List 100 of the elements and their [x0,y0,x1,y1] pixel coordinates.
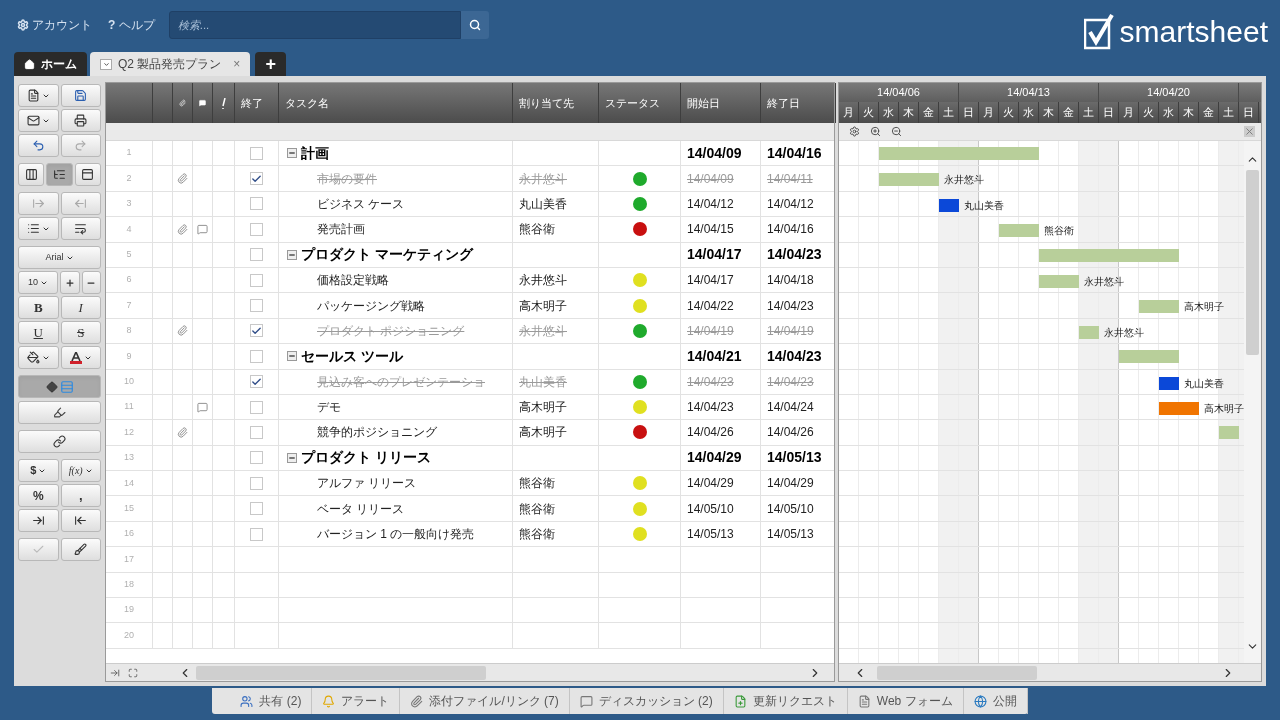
sheet-tab[interactable]: Q2 製品発売プラン × [90,52,251,76]
table-cell [213,547,235,573]
task-name: 競争的ポジショニング [279,420,513,446]
tab-icon [973,694,987,708]
paperclip-icon[interactable] [177,173,188,185]
done-checkbox[interactable] [250,248,263,262]
italic-button[interactable]: I [60,296,101,319]
gantt-view-button[interactable] [46,163,73,186]
assignee: 熊谷衛 [513,496,599,522]
task-bar[interactable] [1159,376,1179,390]
collapse-toggle[interactable] [287,452,297,463]
collapse-toggle[interactable] [287,351,297,362]
align-icon [26,222,40,235]
panel-tab[interactable]: Web フォーム [847,688,964,714]
tab-label[interactable]: Q2 製品発売プラン [118,55,222,73]
day-label: 金 [919,102,939,123]
done-checkbox[interactable] [250,273,263,287]
assignee: 丸山美香 [513,191,599,218]
done-checkbox[interactable] [250,324,263,338]
done-checkbox[interactable] [250,400,263,414]
save-button[interactable] [60,84,101,107]
decimal-decrease-button[interactable] [60,509,101,532]
decrease-size-button[interactable] [81,271,101,294]
zoom-in-icon[interactable] [870,126,881,137]
panel-tab[interactable]: アラート [312,688,401,714]
panel-tab[interactable]: 更新リクエスト [723,688,848,714]
done-checkbox[interactable] [250,222,263,236]
highlight-changes-button[interactable] [18,375,101,398]
collapse-toggle[interactable] [287,148,297,159]
help-label[interactable]: ヘルプ [119,16,156,34]
panel-tab[interactable]: ディスカッション (2) [569,688,724,714]
end-date: 14/04/23 [761,369,834,395]
done-checkbox[interactable] [250,146,263,160]
done-checkbox[interactable] [250,197,263,211]
wrap-button[interactable] [60,217,101,240]
done-checkbox[interactable] [250,476,263,490]
redo-icon [74,139,88,152]
panel-tab[interactable]: 公開 [963,688,1028,714]
search-button[interactable] [461,11,490,39]
panel-tab[interactable]: 共有 (2) [230,688,313,714]
mail-button[interactable] [18,109,59,132]
account-link[interactable]: アカウント [17,11,92,39]
text-color-icon [69,351,82,364]
paperclip-icon[interactable] [177,223,188,235]
comma-button[interactable]: , [60,484,101,507]
underline-button[interactable]: U [18,321,59,344]
strikethrough-button[interactable]: S [60,321,101,344]
scrollbar-thumb[interactable] [196,665,486,680]
align-button[interactable] [18,217,59,240]
row-number: 6 [106,267,153,294]
panel-tab[interactable]: 添付ファイル/リンク (7) [400,688,570,714]
function-button[interactable]: f(x) [60,459,101,482]
bold-button[interactable]: B [18,296,59,319]
fill-color-button[interactable] [18,346,59,369]
zoom-out-icon[interactable] [891,126,902,137]
new-button[interactable] [18,84,59,107]
comment-icon[interactable] [197,401,208,413]
percent-button[interactable]: % [18,484,59,507]
add-tab-button[interactable]: + [255,52,287,76]
help-link[interactable]: ? ヘルプ [108,11,156,39]
paperclip-icon[interactable] [177,427,188,438]
collapse-toggle[interactable] [287,249,297,260]
end-date: 14/04/12 [761,191,834,218]
close-icon[interactable] [1244,126,1255,137]
done-checkbox[interactable] [250,375,263,389]
close-tab-button[interactable]: × [233,55,241,73]
done-checkbox[interactable] [250,502,263,516]
home-tab[interactable]: ホーム [14,52,87,76]
text-color-button[interactable] [60,346,101,369]
paperclip-icon[interactable] [177,325,188,337]
search-field[interactable]: 検索... [169,11,462,39]
comment-icon[interactable] [197,223,208,235]
tab-label[interactable]: ホーム [41,55,77,73]
scrollbar-thumb[interactable] [1246,170,1259,355]
done-checkbox[interactable] [250,349,263,363]
account-label[interactable]: アカウント [32,16,92,34]
scrollbar-thumb[interactable] [877,665,1037,680]
highlighter-button[interactable] [18,401,101,424]
task-name: アルファ リリース [279,471,513,497]
card-view-button[interactable] [74,163,101,186]
grid-view-button[interactable] [18,163,45,186]
done-checkbox[interactable] [250,451,263,465]
done-checkbox[interactable] [250,299,263,313]
expand-icon[interactable] [110,667,120,678]
fullscreen-icon[interactable] [128,667,138,678]
currency-button[interactable]: $ [18,459,59,482]
decimal-increase-icon [31,514,45,527]
done-checkbox[interactable] [250,172,263,186]
size-dropdown[interactable]: 10 [18,271,58,294]
settings-icon[interactable] [849,126,860,137]
done-checkbox[interactable] [250,426,263,439]
link-button[interactable] [18,430,101,453]
font-dropdown[interactable]: Arial [18,246,101,269]
done-checkbox[interactable] [250,527,263,541]
print-button[interactable] [60,109,101,132]
format-painter-button[interactable] [60,538,101,561]
increase-size-button[interactable] [60,271,80,294]
table-cell [213,572,235,599]
undo-button[interactable] [18,134,59,157]
decimal-increase-button[interactable] [18,509,59,532]
